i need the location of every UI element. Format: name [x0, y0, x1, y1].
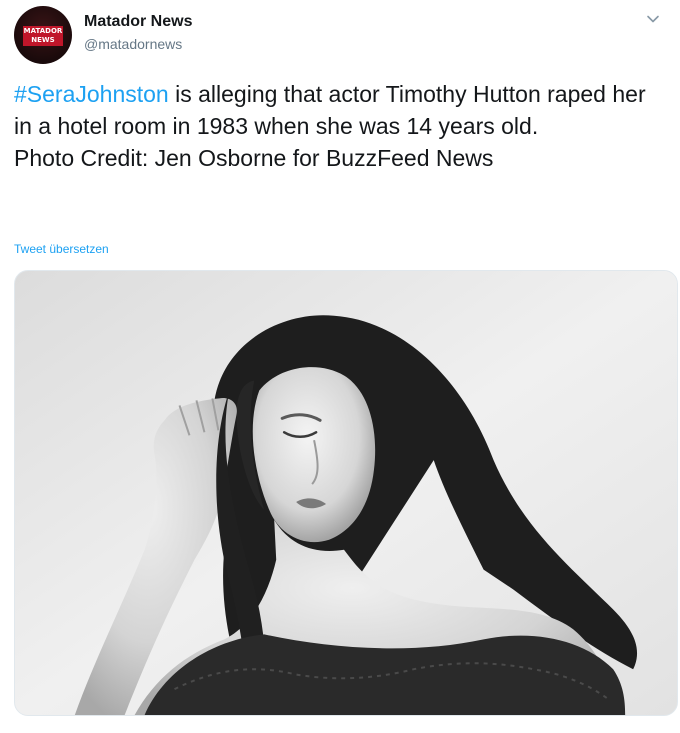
photo-credit: Photo Credit: Jen Osborne for BuzzFeed N…: [14, 145, 494, 171]
author-name[interactable]: Matador News: [84, 13, 192, 31]
tweet-text: #SeraJohnston is alleging that actor Tim…: [14, 78, 666, 174]
matador-logo-icon: MATADOR NEWS: [23, 26, 63, 46]
tweet-photo[interactable]: [14, 270, 678, 716]
author-handle[interactable]: @matadornews: [84, 36, 182, 52]
avatar[interactable]: MATADOR NEWS: [14, 6, 72, 64]
avatar-logo-line1: MATADOR: [23, 27, 63, 35]
hashtag-link[interactable]: #SeraJohnston: [14, 81, 169, 107]
avatar-logo-line2: NEWS: [31, 36, 55, 44]
tweet-text-line1: #SeraJohnston is alleging that actor Tim…: [14, 78, 666, 142]
tweet-header: MATADOR NEWS Matador News @matadornews: [14, 6, 664, 66]
photo-image: [15, 271, 677, 715]
chevron-down-icon[interactable]: [646, 12, 660, 26]
translate-tweet-link[interactable]: Tweet übersetzen: [14, 242, 109, 256]
tweet-card: MATADOR NEWS Matador News @matadornews #…: [0, 0, 680, 733]
